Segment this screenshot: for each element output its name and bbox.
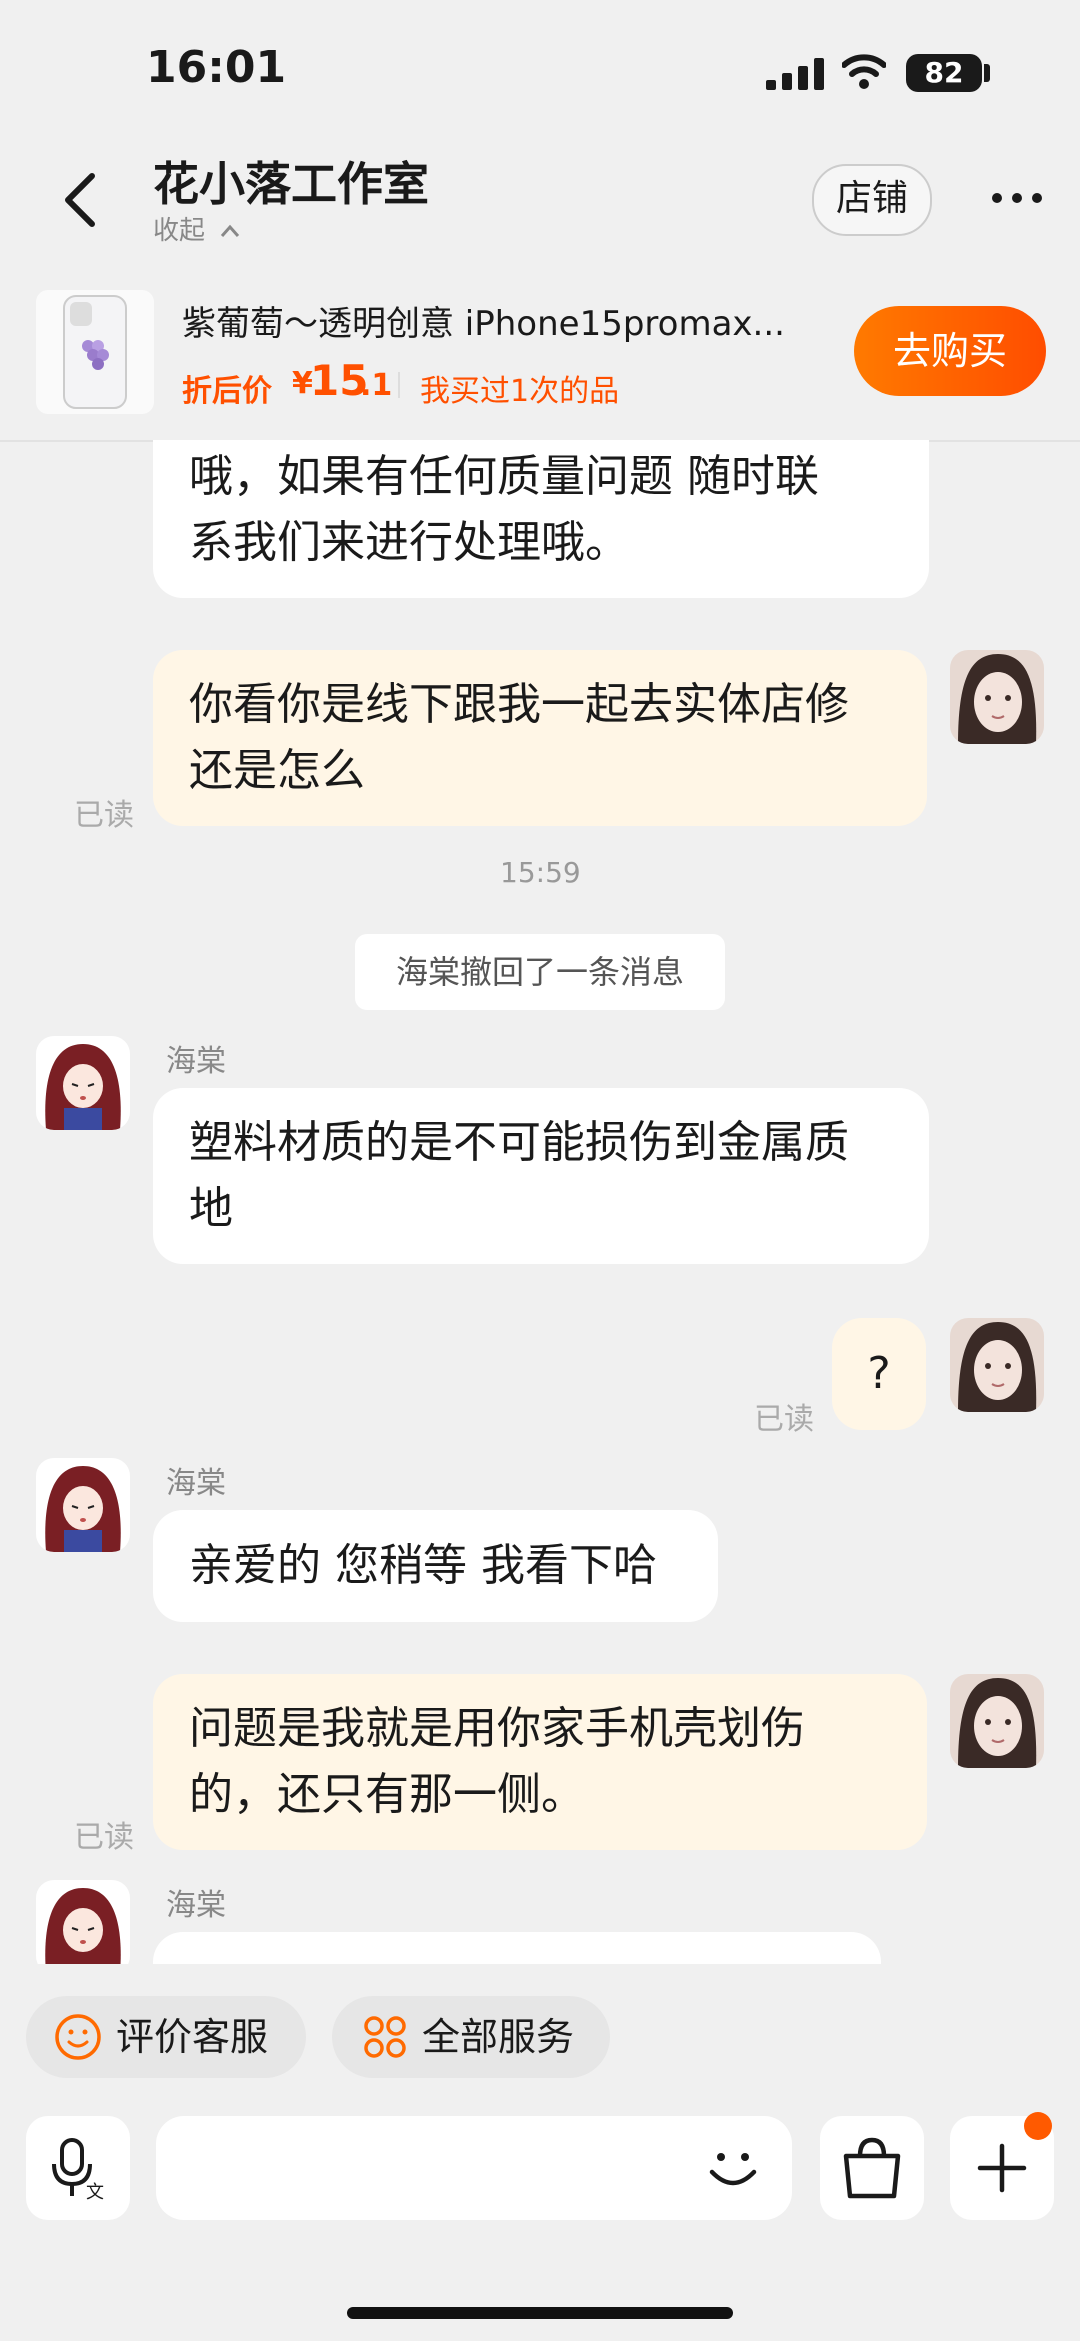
voice-button[interactable]: 文 <box>26 2116 130 2220</box>
bought-before-label: 我买过1次的品 <box>420 374 620 409</box>
incoming-message[interactable]: 哦，如果有任何质量问题 随时联 系我们来进行处理哦。 <box>153 440 929 598</box>
more-icon[interactable] <box>990 178 1044 218</box>
incoming-message[interactable] <box>153 1932 881 1964</box>
read-receipt: 已读 <box>754 1402 814 1437</box>
wifi-icon <box>842 54 886 89</box>
agent-name: 海棠 <box>166 1466 226 1501</box>
message-input[interactable] <box>156 2116 792 2220</box>
agent-name: 海棠 <box>166 1044 226 1079</box>
battery-indicator: 82 <box>906 54 982 92</box>
message-text-line: 塑料材质的是不可能损伤到金属质 <box>189 1117 849 1168</box>
battery-cap <box>984 64 990 82</box>
message-text-line: 的，还只有那一侧。 <box>189 1769 585 1820</box>
user-avatar[interactable] <box>950 1318 1044 1412</box>
recall-notice: 海棠撤回了一条消息 <box>355 934 725 1010</box>
message-text: ? <box>867 1348 891 1399</box>
back-arrow-icon[interactable] <box>60 170 104 230</box>
microphone-icon: 文 <box>52 2138 104 2203</box>
outgoing-message[interactable]: 问题是我就是用你家手机壳划伤 的，还只有那一侧。 <box>153 1674 927 1850</box>
user-avatar[interactable] <box>950 1674 1044 1768</box>
incoming-message[interactable]: 亲爱的 您稍等 我看下哈 <box>153 1510 718 1622</box>
notification-dot <box>1024 2112 1052 2140</box>
agent-name: 海棠 <box>166 1888 226 1923</box>
message-text-line: 系我们来进行处理哦。 <box>189 517 629 568</box>
avatar-illustration-icon <box>950 1674 1044 1768</box>
rate-service-label: 评价客服 <box>116 2015 269 2059</box>
store-button[interactable]: 店铺 <box>812 164 932 236</box>
emoji-icon[interactable] <box>698 2132 768 2202</box>
phone-case-icon <box>63 295 127 409</box>
collapse-label: 收起 <box>153 216 206 246</box>
shop-title: 花小落工作室 <box>153 157 429 211</box>
user-avatar[interactable] <box>950 650 1044 744</box>
avatar-illustration-icon <box>36 1880 130 1964</box>
signal-icon <box>766 58 824 90</box>
avatar-illustration-icon <box>36 1036 130 1130</box>
status-time: 16:01 <box>146 42 287 93</box>
read-receipt: 已读 <box>74 1820 134 1855</box>
outgoing-message[interactable]: ? <box>832 1318 926 1430</box>
message-text-line: 还是怎么 <box>189 745 365 796</box>
chevron-up-icon <box>221 224 240 237</box>
rate-service-chip[interactable]: 评价客服 <box>26 1996 306 2078</box>
message-text: 亲爱的 您稍等 我看下哈 <box>189 1540 657 1591</box>
incoming-message[interactable]: 塑料材质的是不可能损伤到金属质 地 <box>153 1088 929 1264</box>
agent-avatar[interactable] <box>36 1458 130 1552</box>
chat-clip: 海棠 <box>0 1870 1080 1964</box>
avatar-illustration-icon <box>36 1458 130 1552</box>
price-decimal: .1 <box>360 368 393 403</box>
discount-price-label: 折后价 <box>182 374 272 409</box>
message-text-line: 哦，如果有任何质量问题 随时联 <box>189 451 819 502</box>
all-services-label: 全部服务 <box>422 2015 575 2059</box>
grid-services-icon <box>364 2016 406 2058</box>
agent-avatar[interactable] <box>36 1036 130 1130</box>
avatar-illustration-icon <box>950 1318 1044 1412</box>
smile-icon <box>55 2014 101 2060</box>
product-thumbnail[interactable] <box>36 290 154 414</box>
message-text-line: 问题是我就是用你家手机壳划伤 <box>189 1703 805 1754</box>
message-text-line: 地 <box>189 1183 233 1234</box>
read-receipt: 已读 <box>74 798 134 833</box>
agent-avatar[interactable] <box>36 1880 130 1964</box>
avatar-illustration-icon <box>950 650 1044 744</box>
collapse-toggle[interactable]: 收起 <box>153 210 241 247</box>
shopping-bag-icon <box>843 2137 901 2199</box>
shopping-bag-button[interactable] <box>820 2116 924 2220</box>
divider <box>398 372 400 398</box>
product-title[interactable]: 紫葡萄～透明创意 iPhone15promax... <box>182 296 822 345</box>
timestamp: 15:59 <box>500 856 581 889</box>
outgoing-message[interactable]: 你看你是线下跟我一起去实体店修 还是怎么 <box>153 650 927 826</box>
all-services-chip[interactable]: 全部服务 <box>332 1996 610 2078</box>
message-text-line: 你看你是线下跟我一起去实体店修 <box>189 679 849 730</box>
home-indicator <box>347 2307 733 2319</box>
svg-text:文: 文 <box>86 2182 104 2203</box>
buy-button[interactable]: 去购买 <box>854 306 1046 396</box>
